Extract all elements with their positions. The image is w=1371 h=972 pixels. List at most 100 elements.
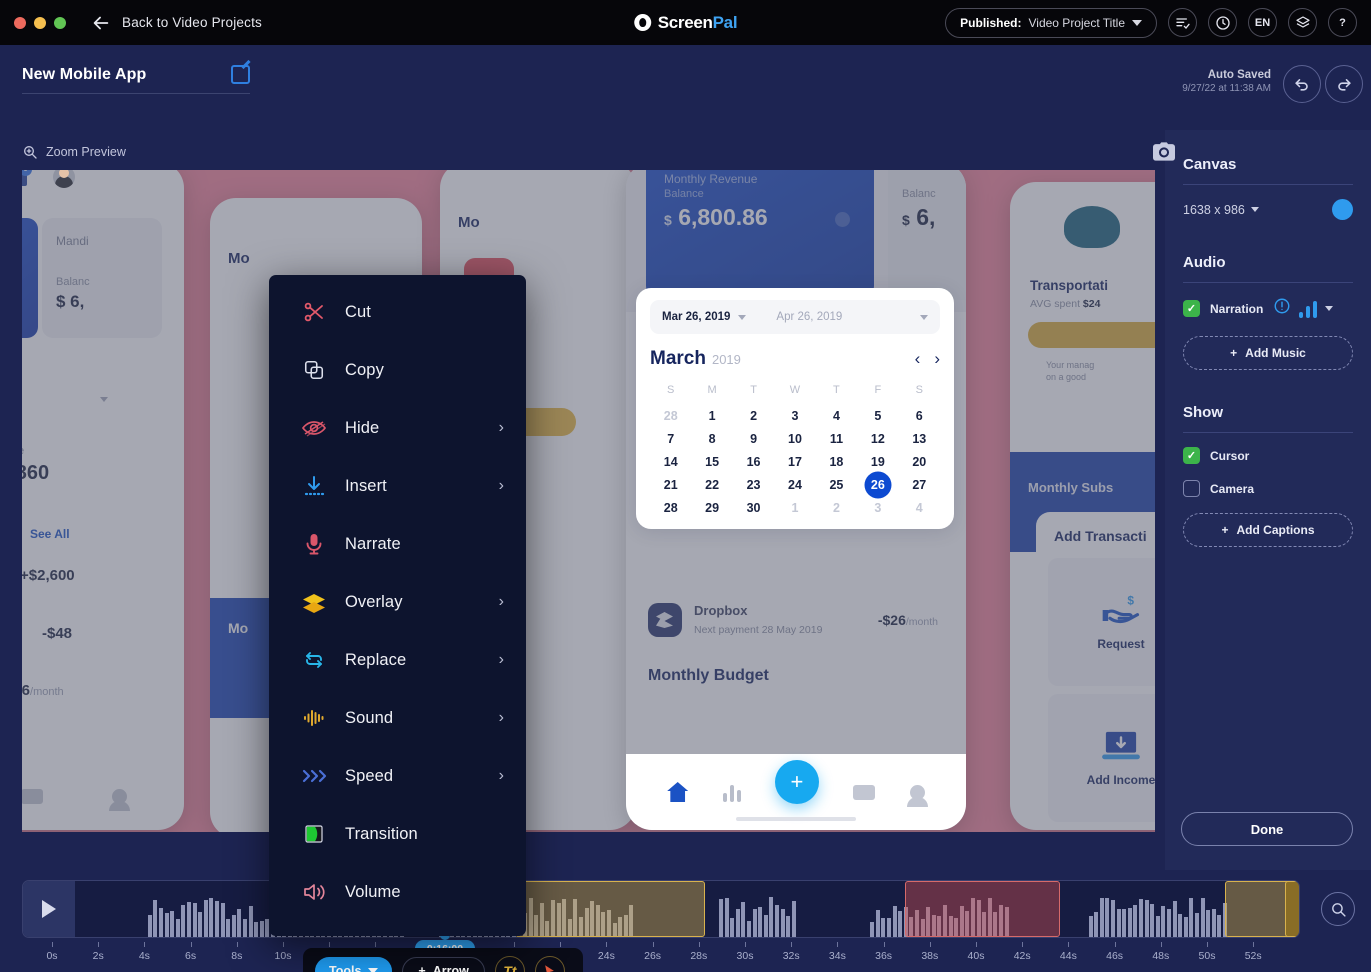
- calendar-day[interactable]: 28: [650, 409, 691, 423]
- done-button[interactable]: Done: [1181, 812, 1353, 846]
- help-icon[interactable]: ?: [1328, 8, 1357, 37]
- calendar-day-selected[interactable]: 26: [857, 478, 898, 492]
- calendar-day[interactable]: 4: [816, 409, 857, 423]
- cursor-checkbox[interactable]: ✓: [1183, 447, 1200, 464]
- waveform-bar: [875, 909, 880, 937]
- timeline-clip-selected[interactable]: [1285, 881, 1299, 937]
- calendar-day[interactable]: 30: [733, 501, 774, 515]
- calendar-day[interactable]: 3: [857, 501, 898, 515]
- calendar-day[interactable]: 13: [899, 432, 940, 446]
- request-tile[interactable]: $ Request: [1048, 558, 1155, 686]
- context-menu-item-transition[interactable]: Transition: [269, 805, 526, 863]
- calendar-next-month-button[interactable]: ›: [934, 349, 940, 369]
- context-menu-item-copy[interactable]: Copy: [269, 341, 526, 399]
- calendar-day[interactable]: 7: [650, 432, 691, 446]
- calendar-day[interactable]: 16: [733, 455, 774, 469]
- context-menu-item-narrate[interactable]: Narrate: [269, 515, 526, 573]
- calendar-grid[interactable]: S M T W T F S 28 1 2 3 4 5 6 7 8 9 10 11 12 13 14 15 16 17 18 19 20…: [650, 384, 940, 515]
- calendar-day[interactable]: 4: [899, 501, 940, 515]
- audio-level-icon[interactable]: [1299, 299, 1318, 318]
- timeline-track[interactable]: [22, 880, 1300, 938]
- calendar-day[interactable]: 2: [733, 409, 774, 423]
- calendar-prev-month-button[interactable]: ‹: [915, 349, 921, 369]
- calendar-day[interactable]: 1: [691, 409, 732, 423]
- calendar-day[interactable]: 24: [774, 478, 815, 492]
- edit-pencil-icon[interactable]: [231, 65, 250, 84]
- zoom-preview-button[interactable]: Zoom Preview: [22, 144, 126, 160]
- context-menu-item-insert[interactable]: Insert ›: [269, 457, 526, 515]
- waveform-bar: [786, 915, 791, 937]
- calendar-day[interactable]: 19: [857, 455, 898, 469]
- minimize-window-button[interactable]: [34, 16, 46, 29]
- context-menu-item-overlay[interactable]: Overlay ›: [269, 573, 526, 631]
- close-window-button[interactable]: [14, 16, 26, 29]
- calendar-day[interactable]: 27: [899, 478, 940, 492]
- calendar-day[interactable]: 1: [774, 501, 815, 515]
- narration-row[interactable]: ✓ Narration: [1183, 297, 1353, 320]
- history-clock-icon[interactable]: [1208, 8, 1237, 37]
- video-canvas-preview[interactable]: 6 VISA Mandi Balanc $ 6, 26, 2019 Income: [22, 170, 1155, 832]
- calendar-day[interactable]: 14: [650, 455, 691, 469]
- canvas-size-row[interactable]: 1638 x 986: [1183, 199, 1353, 220]
- maximize-window-button[interactable]: [54, 16, 66, 29]
- calendar-day[interactable]: 9: [733, 432, 774, 446]
- layers-icon[interactable]: [1288, 8, 1317, 37]
- calendar-day[interactable]: 17: [774, 455, 815, 469]
- undo-button[interactable]: [1283, 65, 1321, 103]
- camera-row[interactable]: Camera: [1183, 480, 1353, 497]
- cursor-row[interactable]: ✓ Cursor: [1183, 447, 1353, 464]
- canvas-color-swatch[interactable]: [1332, 199, 1353, 220]
- context-menu-item-hide[interactable]: Hide ›: [269, 399, 526, 457]
- transcript-check-icon[interactable]: [1168, 8, 1197, 37]
- context-menu-item-cut[interactable]: Cut: [269, 283, 526, 341]
- add-text-button[interactable]: Tt: [494, 956, 525, 972]
- narration-info-icon[interactable]: [1273, 297, 1291, 320]
- publish-status-dropdown[interactable]: Published: Video Project Title: [945, 7, 1157, 38]
- add-music-button[interactable]: + Add Music: [1183, 336, 1353, 370]
- calendar-day[interactable]: 2: [816, 501, 857, 515]
- calendar-date-range-filter[interactable]: Mar 26, 2019 Apr 26, 2019: [650, 300, 940, 334]
- cursor-tool-button[interactable]: [534, 956, 565, 972]
- context-menu-item-speed[interactable]: Speed ›: [269, 747, 526, 805]
- calendar-day[interactable]: 23: [733, 478, 774, 492]
- add-captions-button[interactable]: + Add Captions: [1183, 513, 1353, 547]
- calendar-day[interactable]: 22: [691, 478, 732, 492]
- narration-checkbox[interactable]: ✓: [1183, 300, 1200, 317]
- calendar-widget[interactable]: Mar 26, 2019 Apr 26, 2019 March 2019 ‹ ›: [636, 288, 954, 529]
- calendar-day[interactable]: 12: [857, 432, 898, 446]
- project-title-field[interactable]: New Mobile App: [22, 65, 250, 94]
- tools-dropdown-button[interactable]: Tools: [315, 957, 393, 972]
- camera-checkbox[interactable]: [1183, 480, 1200, 497]
- timeline-clip[interactable]: [905, 881, 1060, 937]
- calendar-day[interactable]: 10: [774, 432, 815, 446]
- context-menu[interactable]: Cut Copy Hide › Insert › Narrate Overlay…: [269, 275, 526, 936]
- redo-button[interactable]: [1325, 65, 1363, 103]
- context-menu-item-volume[interactable]: Volume: [269, 863, 526, 921]
- calendar-day[interactable]: 11: [816, 432, 857, 446]
- calendar-day[interactable]: 8: [691, 432, 732, 446]
- audio-waveform[interactable]: [75, 881, 1299, 937]
- calendar-day[interactable]: 25: [816, 478, 857, 492]
- calendar-day[interactable]: 5: [857, 409, 898, 423]
- back-to-video-projects-button[interactable]: Back to Video Projects: [90, 12, 262, 34]
- chevron-down-icon[interactable]: [1325, 306, 1334, 311]
- calendar-day[interactable]: 3: [774, 409, 815, 423]
- play-button[interactable]: [23, 881, 75, 937]
- timeline-zoom-button[interactable]: [1321, 892, 1355, 926]
- context-menu-item-sound[interactable]: Sound ›: [269, 689, 526, 747]
- timeline-clip[interactable]: [515, 881, 705, 937]
- calendar-day[interactable]: 29: [691, 501, 732, 515]
- calendar-day[interactable]: 15: [691, 455, 732, 469]
- window-controls[interactable]: [0, 16, 66, 29]
- context-menu-item-replace[interactable]: Replace ›: [269, 631, 526, 689]
- add-fab-button[interactable]: +: [774, 760, 819, 804]
- add-income-tile[interactable]: Add Income: [1048, 694, 1155, 822]
- calendar-day[interactable]: 28: [650, 501, 691, 515]
- screenshot-camera-icon[interactable]: [1153, 142, 1175, 166]
- calendar-day[interactable]: 21: [650, 478, 691, 492]
- add-arrow-button[interactable]: + Arrow: [402, 956, 485, 972]
- calendar-day[interactable]: 6: [899, 409, 940, 423]
- language-icon[interactable]: EN: [1248, 8, 1277, 37]
- calendar-day[interactable]: 20: [899, 455, 940, 469]
- calendar-day[interactable]: 18: [816, 455, 857, 469]
